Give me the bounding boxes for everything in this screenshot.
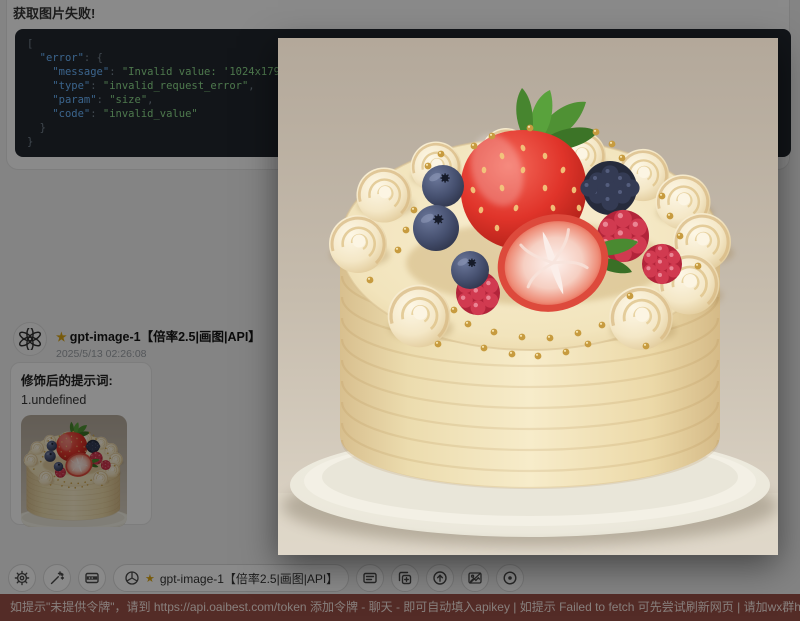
lightbox-image-preview[interactable] [278, 38, 778, 555]
cake-image [278, 38, 778, 555]
